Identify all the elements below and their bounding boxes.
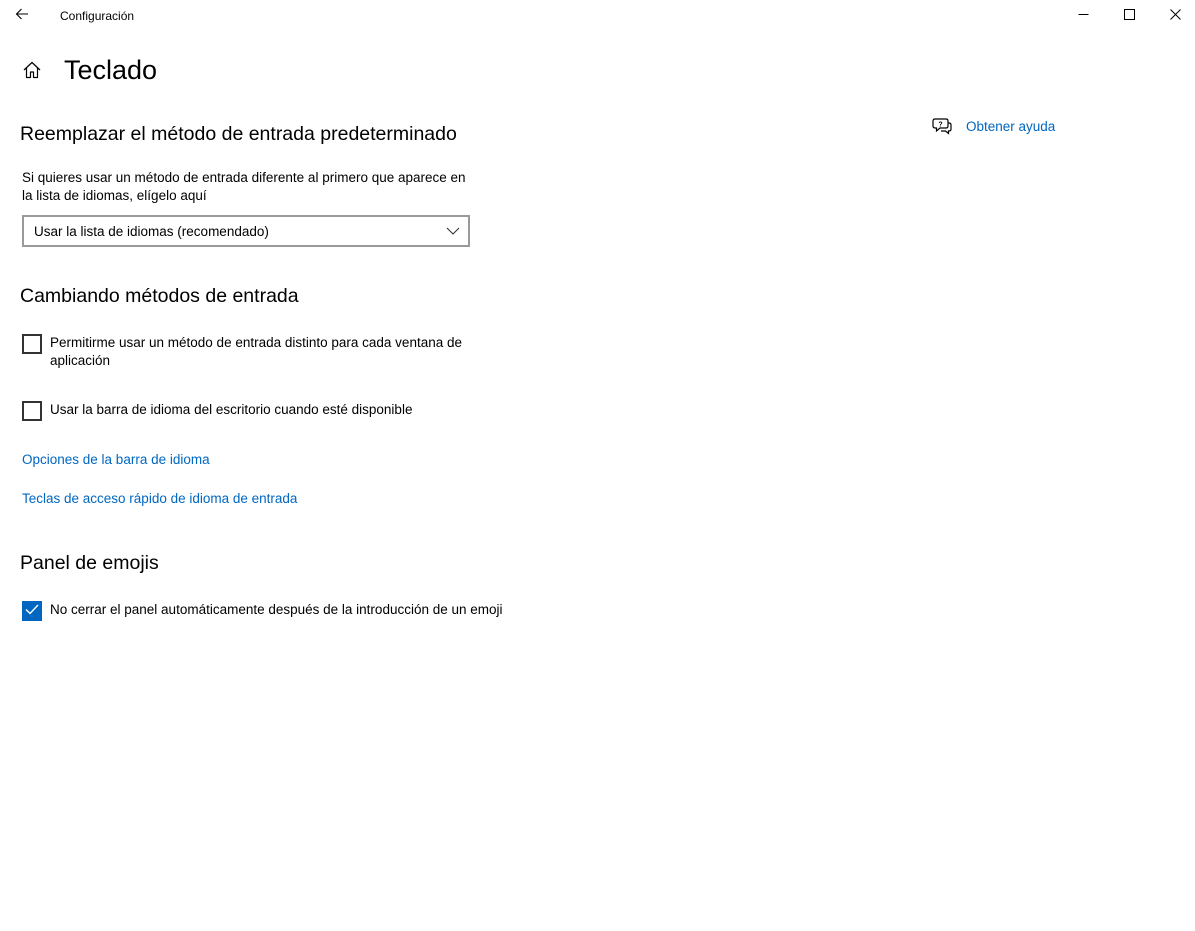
input-language-hotkeys-link[interactable]: Teclas de acceso rápido de idioma de ent… <box>22 491 297 506</box>
emoji-keep-open-checkbox[interactable] <box>22 601 42 621</box>
checkmark-icon <box>25 602 39 620</box>
minimize-button[interactable] <box>1060 0 1106 32</box>
app-title: Configuración <box>60 9 135 23</box>
home-button[interactable] <box>20 60 44 84</box>
per-app-input-method-checkbox[interactable] <box>22 334 42 354</box>
arrow-left-icon <box>15 7 29 25</box>
maximize-button[interactable] <box>1106 0 1152 32</box>
close-icon <box>1169 7 1181 25</box>
page-title: Teclado <box>64 55 158 85</box>
per-app-input-method-label: Permitirme usar un método de entrada dis… <box>50 335 462 368</box>
maximize-icon <box>1123 7 1135 25</box>
chat-help-icon: ? <box>932 116 952 136</box>
input-method-description: Si quieres usar un método de entrada dif… <box>22 170 466 203</box>
per-app-input-method-option: Permitirme usar un método de entrada dis… <box>22 334 470 370</box>
svg-text:?: ? <box>938 122 942 129</box>
switching-heading: Cambiando métodos de entrada <box>20 285 299 307</box>
dropdown-selected-value: Usar la lista de idiomas (recomendado) <box>34 223 269 239</box>
emoji-keep-open-option: No cerrar el panel automáticamente despu… <box>22 601 530 621</box>
back-button[interactable] <box>6 0 38 32</box>
input-method-heading: Reemplazar el método de entrada predeter… <box>20 123 457 145</box>
get-help-link[interactable]: Obtener ayuda <box>966 119 1055 134</box>
home-icon <box>22 60 42 85</box>
input-method-dropdown[interactable]: Usar la lista de idiomas (recomendado) <box>22 215 470 247</box>
desktop-language-bar-checkbox[interactable] <box>22 401 42 421</box>
close-button[interactable] <box>1152 0 1195 32</box>
title-bar: Configuración <box>0 0 1195 32</box>
minimize-icon <box>1078 7 1089 25</box>
desktop-language-bar-label: Usar la barra de idioma del escritorio c… <box>50 402 413 417</box>
help-section: ? Obtener ayuda <box>932 116 1055 136</box>
desktop-language-bar-option: Usar la barra de idioma del escritorio c… <box>22 401 530 421</box>
emoji-keep-open-label: No cerrar el panel automáticamente despu… <box>50 602 503 617</box>
language-bar-options-link[interactable]: Opciones de la barra de idioma <box>22 452 210 467</box>
chevron-down-icon <box>446 224 460 238</box>
emoji-panel-heading: Panel de emojis <box>20 552 159 574</box>
